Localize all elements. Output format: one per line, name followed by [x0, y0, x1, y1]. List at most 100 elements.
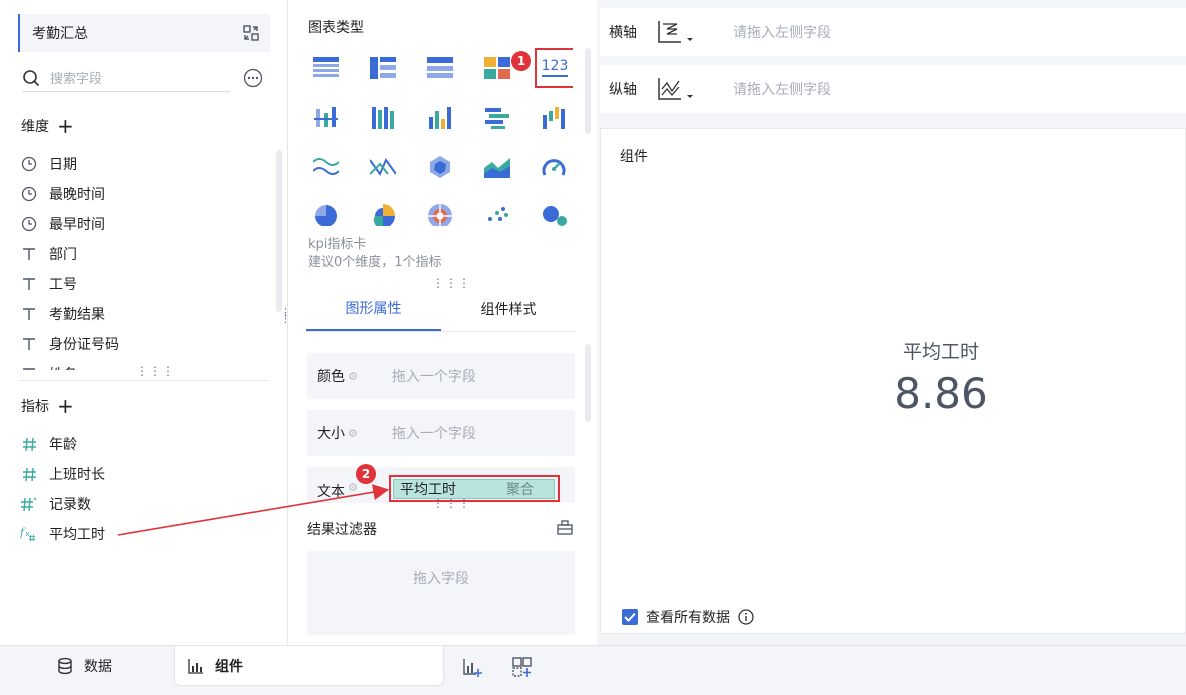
text-type-icon: [20, 335, 38, 353]
canvas-title: 组件: [620, 149, 648, 165]
measures-header: 指标 +: [21, 396, 74, 416]
hash-icon: [20, 435, 38, 453]
x-axis-shelf[interactable]: 横轴 请拖入左侧字段: [600, 8, 1186, 56]
step-badge-1: 1: [511, 51, 531, 71]
stacked-column-chart-icon[interactable]: [365, 100, 401, 136]
dimensions-header: 维度 +: [21, 116, 74, 136]
info-icon[interactable]: [738, 609, 754, 625]
field-item[interactable]: 上班时长: [20, 459, 270, 489]
color-drop-zone[interactable]: 颜色 ⚙ 拖入一个字段: [307, 353, 575, 399]
field-item[interactable]: * 记录数: [20, 489, 270, 519]
size-drop-zone[interactable]: 大小 ⚙ 拖入一个字段: [307, 410, 575, 456]
field-label: 年龄: [49, 437, 77, 453]
gear-icon[interactable]: ⚙: [348, 481, 358, 494]
field-item[interactable]: 考勤结果: [20, 299, 270, 329]
field-label: 记录数: [49, 497, 91, 513]
rose-chart-icon[interactable]: [365, 198, 401, 226]
gear-icon[interactable]: ⚙: [348, 427, 358, 440]
add-dashboard-icon[interactable]: [511, 656, 533, 678]
hash-star-icon: *: [20, 495, 38, 513]
field-label: 上班时长: [49, 467, 105, 483]
tab-component[interactable]: 组件: [174, 646, 444, 686]
line-chart-icon[interactable]: [308, 149, 344, 185]
filter-drop-zone[interactable]: 拖入字段: [307, 551, 575, 635]
tab-graphic-properties[interactable]: 图形属性: [306, 286, 441, 331]
bar-chart-icon[interactable]: [422, 100, 458, 136]
hash-icon: [20, 465, 38, 483]
kpi-type-name: kpi指标卡: [308, 237, 367, 252]
gauge-chart-icon[interactable]: [536, 149, 572, 185]
horizontal-bar-chart-icon[interactable]: [479, 100, 515, 136]
size-label: 大小: [317, 426, 345, 442]
x-axis-type-icon[interactable]: [653, 17, 697, 47]
chart-preview-area: 横轴 请拖入左侧字段 纵轴 请拖入左侧字段 组件 平均工时 8.86 查看所有数…: [597, 0, 1186, 645]
kpi-value: 8.86: [894, 369, 988, 418]
database-icon: [58, 657, 72, 675]
color-label: 颜色: [317, 369, 345, 385]
scatter-chart-icon[interactable]: [479, 198, 515, 226]
clock-icon: [20, 185, 38, 203]
kpi-name: 平均工时: [902, 341, 979, 363]
properties-scrollbar[interactable]: [585, 344, 591, 422]
y-axis-shelf[interactable]: 纵轴 请拖入左侧字段: [600, 65, 1186, 113]
bar-chart-icon: [188, 658, 203, 674]
field-search[interactable]: 搜索字段: [22, 64, 230, 92]
filter-settings-icon[interactable]: [557, 519, 573, 535]
search-input[interactable]: 搜索字段: [50, 68, 102, 87]
detail-table-chart-icon[interactable]: [422, 50, 458, 86]
area-chart-icon[interactable]: [479, 149, 515, 185]
chart-config-panel: 图表类型 123 kpi指标卡 建议0个维度，1个指标 ⋮⋮⋮ 图形属性 组件样…: [289, 0, 596, 645]
add-measure-icon[interactable]: +: [57, 396, 74, 416]
resize-handle-icon[interactable]: ⋮⋮⋮: [136, 365, 175, 377]
dataset-selector[interactable]: 考勤汇总: [18, 14, 270, 52]
field-label: 考勤结果: [49, 307, 105, 323]
field-label: 日期: [49, 157, 77, 173]
bubble-chart-icon[interactable]: [536, 198, 572, 226]
column-chart-icon[interactable]: [308, 100, 344, 136]
add-component-icon[interactable]: [461, 656, 483, 678]
field-item[interactable]: 工号: [20, 269, 270, 299]
field-item[interactable]: 最早时间: [20, 209, 270, 239]
view-all-checkbox[interactable]: [622, 609, 638, 625]
field-label: 平均工时: [49, 527, 105, 543]
grouped-table-chart-icon[interactable]: [308, 50, 344, 86]
more-options-icon[interactable]: [243, 68, 263, 88]
search-icon: [23, 69, 40, 86]
radar-line-chart-icon[interactable]: [365, 149, 401, 185]
bottom-tab-bar: 数据 组件: [0, 645, 1186, 695]
y-axis-type-icon[interactable]: [653, 74, 697, 104]
text-label: 文本: [317, 484, 345, 500]
field-item[interactable]: 最晚时间: [20, 179, 270, 209]
tab-component-style[interactable]: 组件样式: [441, 286, 576, 331]
switch-dataset-icon[interactable]: [242, 24, 260, 42]
multi-chart-icon[interactable]: [479, 50, 515, 86]
pie-chart-icon[interactable]: [308, 198, 344, 226]
field-item[interactable]: 日期: [20, 149, 270, 179]
tab-data[interactable]: 数据: [56, 646, 112, 686]
filter-placeholder: 拖入字段: [413, 571, 469, 587]
dimensions-title: 维度: [21, 119, 49, 135]
waterfall-chart-icon[interactable]: [536, 100, 572, 136]
clock-icon: [20, 155, 38, 173]
formula-icon: fx: [20, 525, 38, 543]
dataset-name: 考勤汇总: [32, 26, 88, 42]
view-all-data-toggle[interactable]: 查看所有数据: [622, 607, 754, 627]
text-type-icon: [20, 305, 38, 323]
cross-table-chart-icon[interactable]: [365, 50, 401, 86]
radar-chart-icon[interactable]: [422, 149, 458, 185]
field-list-scrollbar[interactable]: [276, 150, 282, 312]
field-item[interactable]: 身份证号码: [20, 329, 270, 359]
field-item[interactable]: 部门: [20, 239, 270, 269]
color-placeholder: 拖入一个字段: [391, 369, 476, 385]
chart-type-grid: 123: [308, 48, 573, 226]
sunburst-chart-icon[interactable]: [422, 198, 458, 226]
measure-list: 年龄上班时长 * 记录数 f x 平均工时: [20, 429, 270, 559]
kpi-card-chart-icon[interactable]: 123: [535, 48, 573, 88]
gear-icon[interactable]: ⚙: [348, 370, 358, 383]
add-dimension-icon[interactable]: +: [57, 116, 74, 136]
field-item[interactable]: 年龄: [20, 429, 270, 459]
text-type-icon: [20, 245, 38, 263]
chart-types-scrollbar[interactable]: [585, 48, 591, 134]
svg-text:123: 123: [542, 58, 569, 74]
field-item[interactable]: f x 平均工时: [20, 519, 270, 549]
